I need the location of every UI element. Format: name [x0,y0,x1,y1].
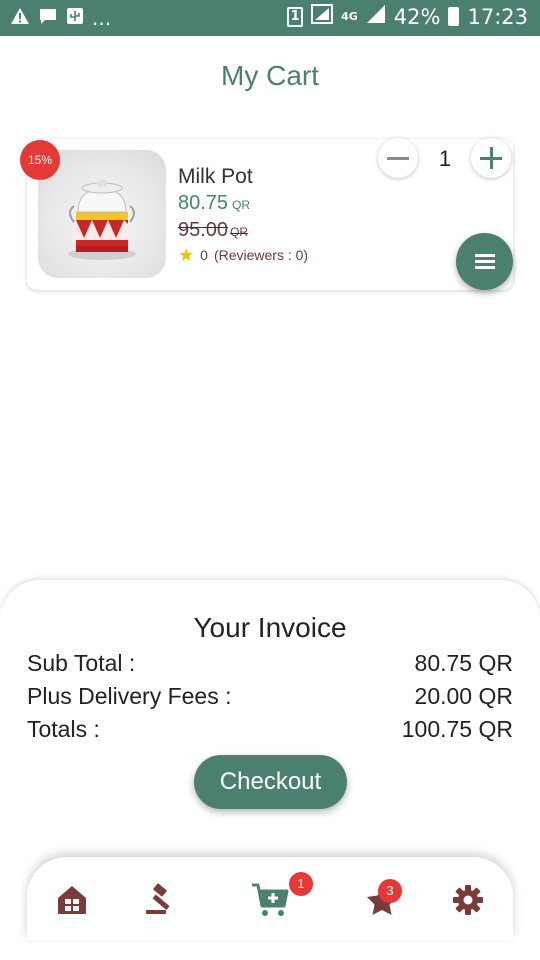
clock: 17:23 [467,4,528,29]
cart-badge: 1 [289,872,313,896]
gavel-icon [146,883,170,914]
nav-auctions[interactable] [140,880,180,920]
price-currency: QR [232,198,251,212]
price-row: 80.75 QR [178,192,250,215]
delivery-fees-label: Plus Delivery Fees : [27,683,232,709]
warning-icon [10,6,30,30]
subtotal-row: Sub Total : 80.75 QR [27,650,513,677]
rating-row: ★ 0 (Reviewers : 0) [178,246,308,264]
settings-icon [453,885,483,915]
cart-icon [252,883,289,916]
product-name[interactable]: Milk Pot [178,165,253,189]
increase-quantity-button[interactable] [471,138,511,178]
totals-value: 100.75 QR [401,716,513,742]
discount-badge: 15% [20,140,60,180]
rating-value: 0 [200,247,208,263]
menu-icon [475,254,495,257]
totals-row: Totals : 100.75 QR [27,716,513,743]
sim-indicator: 1 [287,6,304,27]
totals-label: Totals : [27,716,100,742]
nav-cart[interactable] [250,880,290,920]
network-type: 4G [341,9,358,23]
quantity-value: 1 [438,146,452,171]
product-old-price: 95.00 [178,219,229,241]
product-price: 80.75 [178,192,229,214]
status-bar: ... 1 4G 42% 17:23 [0,0,540,36]
more-notifications: ... [92,6,112,30]
checkout-button[interactable]: Checkout [194,755,347,809]
signal-icon [311,4,334,29]
message-icon [38,6,58,30]
reviewers-count: (Reviewers : 0) [213,247,309,263]
subtotal-label: Sub Total : [27,650,136,676]
item-menu-button[interactable] [456,233,513,290]
invoice-title: Your Invoice [193,612,347,643]
minus-icon [387,157,409,160]
old-price-currency: QR [230,225,249,239]
delivery-fees-row: Plus Delivery Fees : 20.00 QR [27,683,513,710]
subtotal-value: 80.75 QR [414,650,513,676]
decrease-quantity-button[interactable] [378,138,418,178]
favorites-badge: 3 [378,879,402,903]
home-icon [58,886,86,914]
page-title: My Cart [221,60,319,91]
usb-icon [66,6,84,30]
old-price-row: 95.00 QR [178,219,248,242]
nav-settings[interactable] [448,880,488,920]
battery-icon [448,7,460,26]
delivery-fees-value: 20.00 QR [414,683,513,709]
star-icon: ★ [178,245,195,265]
signal-strength-icon [366,4,386,29]
battery-percent: 42% [393,4,441,29]
nav-home[interactable] [52,880,92,920]
